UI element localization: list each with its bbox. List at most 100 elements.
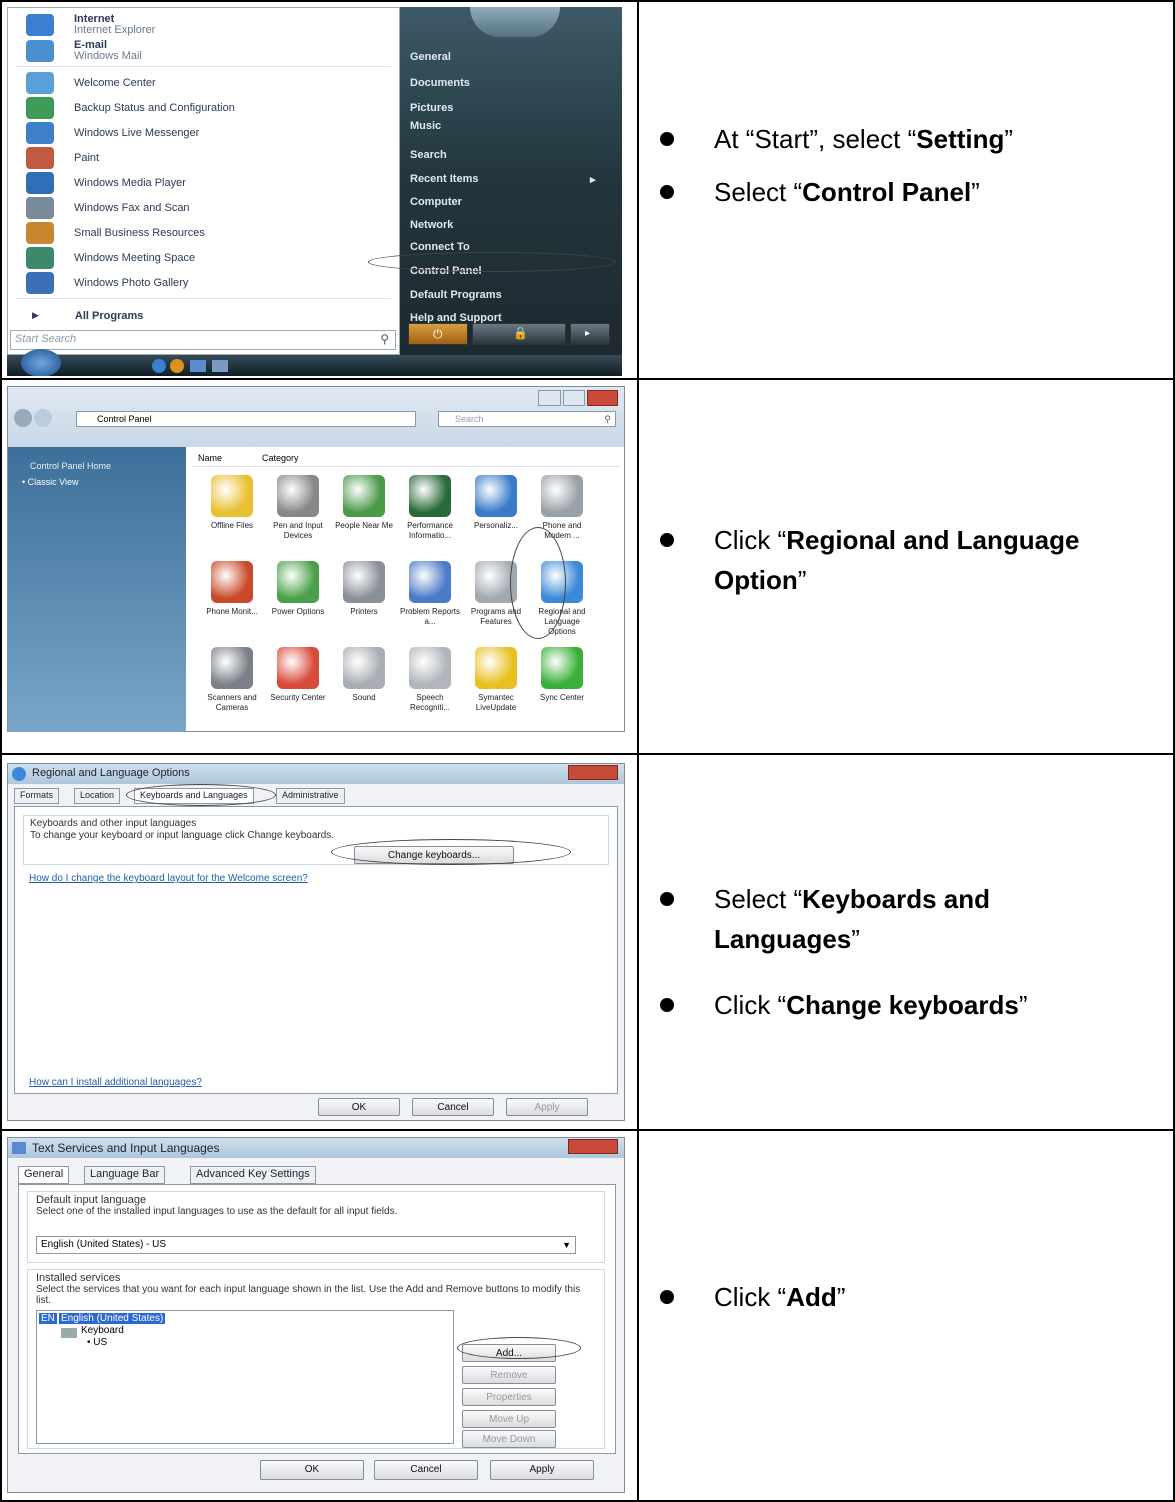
speech-recogniti-icon[interactable] bbox=[409, 647, 451, 689]
start-place-recent-items[interactable]: Recent Items bbox=[410, 173, 600, 185]
control-panel-item-label[interactable]: Sound bbox=[332, 693, 396, 703]
control-panel-item-label[interactable]: Scanners and Cameras bbox=[200, 693, 264, 713]
start-place-default-programs[interactable]: Default Programs bbox=[410, 289, 502, 301]
start-place-search[interactable]: Search bbox=[410, 149, 447, 161]
properties-button[interactable]: Properties bbox=[462, 1388, 556, 1406]
column-name[interactable]: Name bbox=[198, 453, 222, 463]
control-panel-item-label[interactable]: Pen and Input Devices bbox=[266, 521, 330, 541]
performance-informatio-icon[interactable] bbox=[409, 475, 451, 517]
start-place-music[interactable]: Music bbox=[410, 120, 441, 132]
tree-language-node[interactable]: English (United States) bbox=[59, 1313, 166, 1324]
side-link-home[interactable]: Control Panel Home bbox=[30, 461, 111, 471]
control-panel-item-label[interactable]: Performance Informatio... bbox=[398, 521, 462, 541]
maximize-icon[interactable] bbox=[562, 390, 586, 406]
control-panel-item-label[interactable]: Security Center bbox=[266, 693, 330, 703]
minimize-icon[interactable] bbox=[538, 390, 561, 406]
printers-icon[interactable] bbox=[343, 561, 385, 603]
sound-icon[interactable] bbox=[343, 647, 385, 689]
search-input[interactable]: Search ⚲ bbox=[438, 411, 616, 427]
lock-button[interactable]: 🔒 bbox=[472, 323, 566, 345]
tab-administrative[interactable]: Administrative bbox=[276, 788, 345, 804]
start-item-paint[interactable]: Paint bbox=[8, 145, 398, 170]
services-tree[interactable]: EN English (United States) Keyboard • US bbox=[36, 1310, 454, 1444]
sync-center-icon[interactable] bbox=[541, 647, 583, 689]
move-up-button[interactable]: Move Up bbox=[462, 1410, 556, 1428]
control-panel-item-label[interactable]: Power Options bbox=[266, 607, 330, 617]
tree-us-node[interactable]: • US bbox=[87, 1337, 107, 1348]
start-place-documents[interactable]: Documents bbox=[410, 77, 470, 89]
control-panel-item-label[interactable]: People Near Me bbox=[332, 521, 396, 531]
control-panel-item-label[interactable]: Speech Recogniti... bbox=[398, 693, 462, 713]
control-panel-item-label[interactable]: Problem Reports a... bbox=[398, 607, 462, 627]
close-icon[interactable] bbox=[568, 765, 618, 780]
ie-quicklaunch-icon[interactable] bbox=[152, 359, 166, 373]
symantec-liveupdate-icon[interactable] bbox=[475, 647, 517, 689]
start-place-network[interactable]: Network bbox=[410, 219, 453, 231]
control-panel-item-label[interactable]: Printers bbox=[332, 607, 396, 617]
tab-formats[interactable]: Formats bbox=[14, 788, 60, 804]
start-item-welcome-center[interactable]: Welcome Center bbox=[8, 70, 398, 95]
personaliz-icon[interactable] bbox=[475, 475, 517, 517]
cancel-button[interactable]: Cancel bbox=[412, 1098, 494, 1116]
cancel-button[interactable]: Cancel bbox=[374, 1460, 478, 1480]
start-place-general[interactable]: General bbox=[410, 51, 451, 63]
control-panel-item-label[interactable]: Phone Monit... bbox=[200, 607, 264, 617]
start-place-connect-to[interactable]: Connect To bbox=[410, 241, 470, 253]
phone-and-modem-icon[interactable] bbox=[541, 475, 583, 517]
offline-files-icon[interactable] bbox=[211, 475, 253, 517]
shutdown-options-button[interactable]: ▸ bbox=[570, 323, 610, 345]
control-panel-item-label[interactable]: Symantec LiveUpdate bbox=[464, 693, 528, 713]
start-item-email[interactable]: E-mail Windows Mail bbox=[8, 38, 398, 63]
address-bar[interactable]: Control Panel bbox=[76, 411, 416, 427]
remove-button[interactable]: Remove bbox=[462, 1366, 556, 1384]
start-item-fax-scan[interactable]: Windows Fax and Scan bbox=[8, 195, 398, 220]
tab-general[interactable]: General bbox=[18, 1166, 70, 1184]
power-options-icon[interactable] bbox=[277, 561, 319, 603]
phone-monit-icon[interactable] bbox=[211, 561, 253, 603]
control-panel-item-label[interactable]: Offline Files bbox=[200, 521, 264, 531]
default-language-select[interactable]: English (United States) - US ▼ bbox=[36, 1236, 576, 1254]
people-near-me-icon[interactable] bbox=[343, 475, 385, 517]
start-item-business[interactable]: Small Business Resources bbox=[8, 220, 398, 245]
install-languages-link[interactable]: How can I install additional languages? bbox=[29, 1077, 202, 1088]
power-button[interactable]: ⏻ bbox=[408, 323, 468, 345]
welcome-screen-layout-link[interactable]: How do I change the keyboard layout for … bbox=[29, 873, 308, 884]
column-category[interactable]: Category bbox=[262, 453, 299, 463]
start-item-photo-gallery[interactable]: Windows Photo Gallery bbox=[8, 270, 398, 295]
start-place-computer[interactable]: Computer bbox=[410, 196, 462, 208]
control-panel-item-label[interactable]: Sync Center bbox=[530, 693, 594, 703]
start-item-media-player[interactable]: Windows Media Player bbox=[8, 170, 398, 195]
tab-language-bar[interactable]: Language Bar bbox=[84, 1166, 166, 1184]
problem-reports-a-icon[interactable] bbox=[409, 561, 451, 603]
side-link-classic[interactable]: • Classic View bbox=[22, 477, 79, 487]
start-item-internet[interactable]: Internet Internet Explorer bbox=[8, 12, 398, 37]
ok-button[interactable]: OK bbox=[318, 1098, 400, 1116]
pen-and-input-devices-icon[interactable] bbox=[277, 475, 319, 517]
desktop-quicklaunch-icon[interactable] bbox=[190, 360, 206, 372]
scanners-and-cameras-icon[interactable] bbox=[211, 647, 253, 689]
security-center-icon[interactable] bbox=[277, 647, 319, 689]
regional-options-dialog: Regional and Language Options Formats Lo… bbox=[7, 763, 625, 1121]
tab-advanced-key-settings[interactable]: Advanced Key Settings bbox=[190, 1166, 316, 1184]
start-item-messenger[interactable]: Windows Live Messenger bbox=[8, 120, 398, 145]
start-item-all-programs[interactable]: ▶ All Programs bbox=[8, 303, 398, 328]
switch-windows-icon[interactable] bbox=[212, 360, 228, 372]
tab-location[interactable]: Location bbox=[74, 788, 121, 804]
ok-button[interactable]: OK bbox=[260, 1460, 364, 1480]
back-icon[interactable] bbox=[14, 409, 32, 427]
media-quicklaunch-icon[interactable] bbox=[170, 359, 184, 373]
close-icon[interactable] bbox=[568, 1139, 618, 1154]
start-search-box[interactable]: Start Search ⚲ bbox=[10, 330, 396, 350]
group-text: Select one of the installed input langua… bbox=[36, 1206, 398, 1217]
start-orb-icon[interactable] bbox=[21, 349, 61, 376]
tree-keyboard-node[interactable]: Keyboard bbox=[81, 1325, 124, 1336]
apply-button[interactable]: Apply bbox=[490, 1460, 594, 1480]
forward-icon[interactable] bbox=[34, 409, 52, 427]
close-icon[interactable] bbox=[587, 390, 619, 406]
control-panel-item-label[interactable]: Personaliz... bbox=[464, 521, 528, 531]
start-item-backup[interactable]: Backup Status and Configuration bbox=[8, 95, 398, 120]
move-down-button[interactable]: Move Down bbox=[462, 1430, 556, 1448]
start-item-meeting-space[interactable]: Windows Meeting Space bbox=[8, 245, 398, 270]
start-place-pictures[interactable]: Pictures bbox=[410, 102, 453, 114]
apply-button[interactable]: Apply bbox=[506, 1098, 588, 1116]
